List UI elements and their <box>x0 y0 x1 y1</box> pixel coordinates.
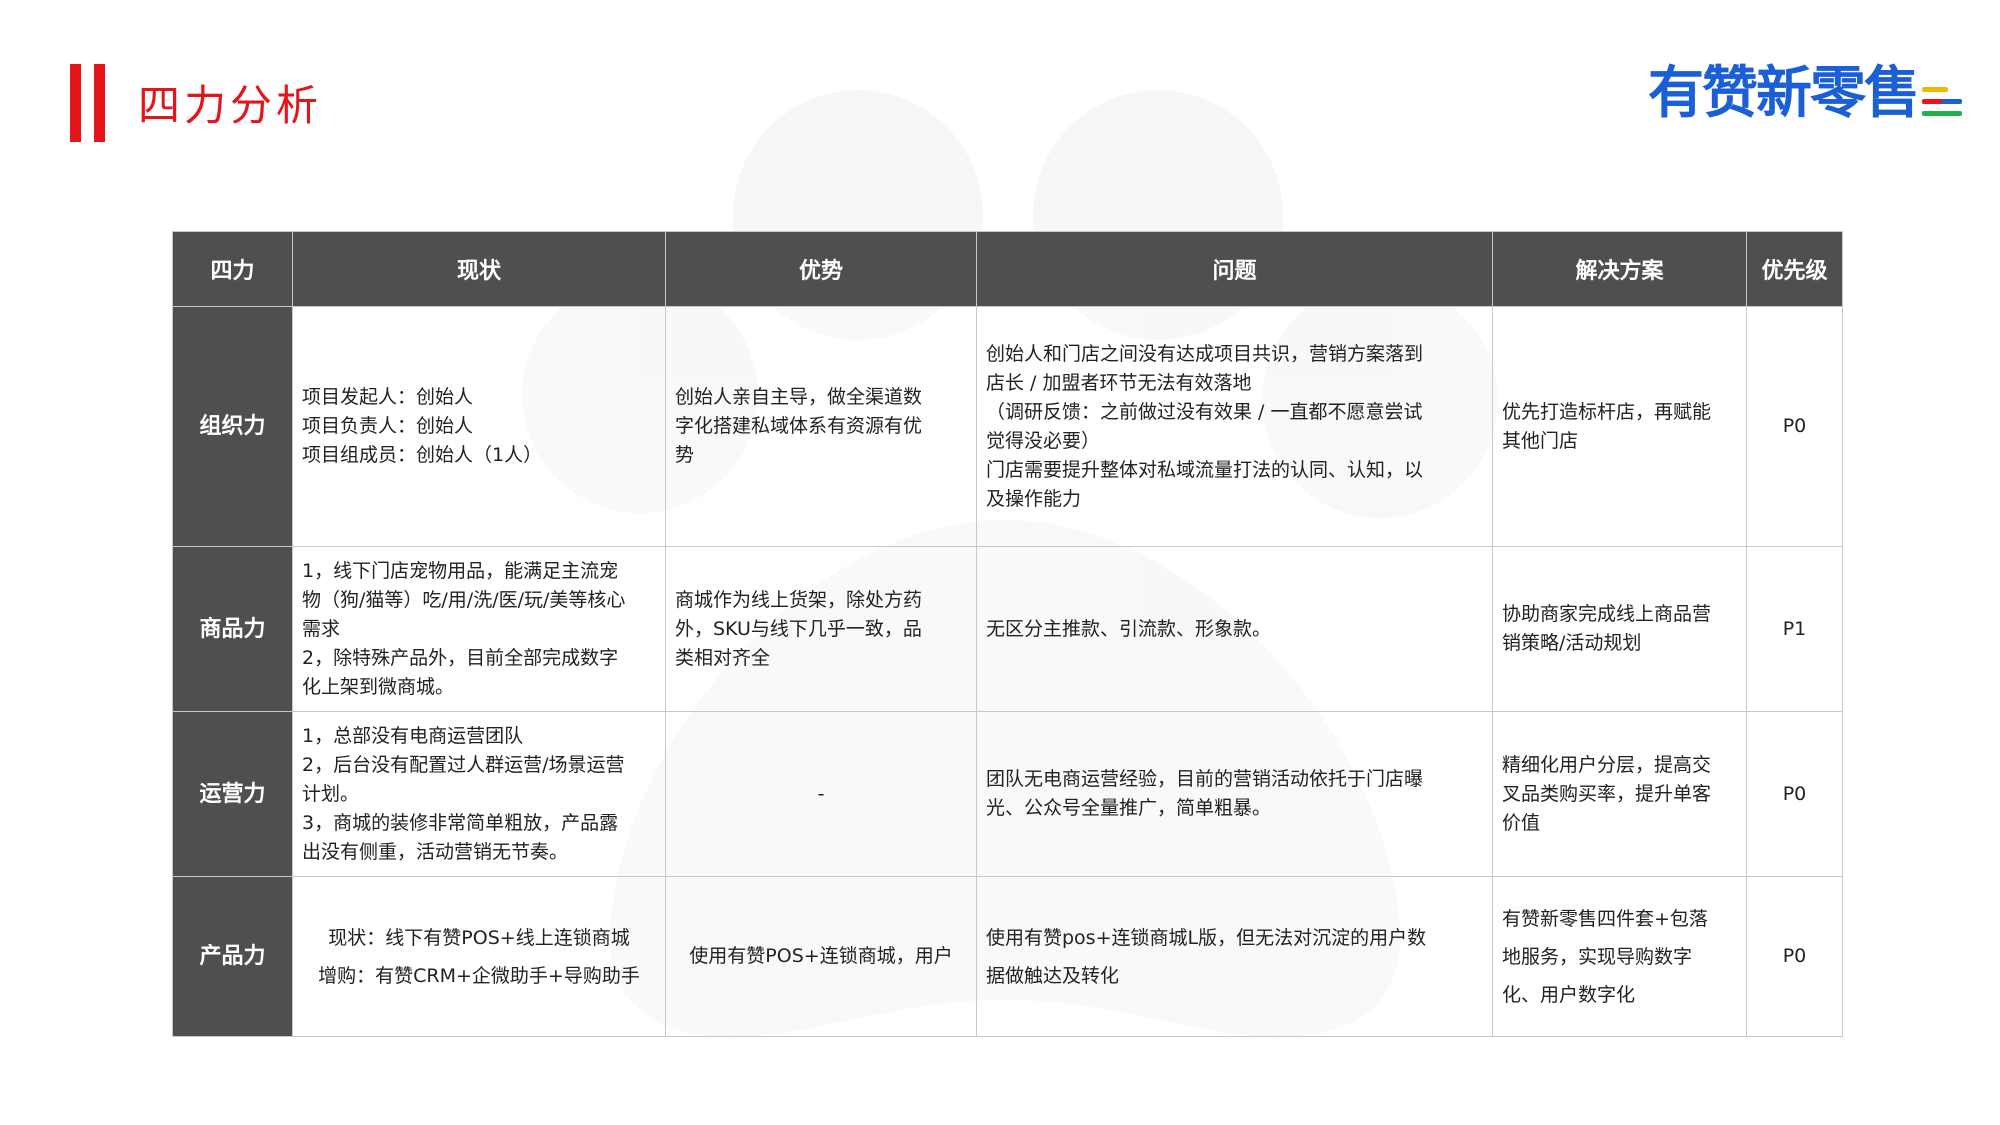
status-line: 项目负责人：创始人 <box>302 415 474 437</box>
page-title: 四力分析 <box>138 81 323 130</box>
problem-line: 门店需要提升整体对私域流量打法的认同、认知，以 <box>986 458 1424 481</box>
problem-cell: 使用有赞pos+连锁商城L版，但无法对沉淀的用户数 据做触达及转化 <box>976 876 1493 1037</box>
advantage-line: - <box>817 782 825 805</box>
advantage-cell: 创始人亲自主导，做全渠道数 字化搭建私域体系有资源有优 势 <box>665 306 977 547</box>
dimension-cell: 商品力 <box>172 546 293 712</box>
status-line: 项目发起人：创始人 <box>302 386 474 408</box>
solution-cell: 优先打造标杆店，再赋能 其他门店 <box>1492 306 1747 547</box>
header-dimension: 四力 <box>172 231 293 307</box>
solution-cell: 精细化用户分层，提高交 叉品类购买率，提升单客 价值 <box>1492 711 1747 877</box>
brand-color-lines <box>1922 87 1962 116</box>
solution-line: 叉品类购买率，提升单客 <box>1502 782 1712 805</box>
status-line: 增购：有赞CRM+企微助手+导购助手 <box>318 964 640 987</box>
solution-line: 其他门店 <box>1502 429 1579 452</box>
four-forces-table: 四力 现状 优势 问题 解决方案 优先级 组织力 项目发起人：创始人 项目负责人… <box>172 231 1843 1037</box>
advantage-cell: - <box>665 711 977 877</box>
problem-line: 店长 / 加盟者环节无法有效落地 <box>986 371 1252 394</box>
status-cell: 项目发起人：创始人 项目负责人：创始人 项目组成员：创始人（1人） <box>292 306 666 547</box>
problem-line: 团队无电商运营经验，目前的营销活动依托于门店曝 <box>986 768 1424 790</box>
status-line: 出没有侧重，活动营销无节奏。 <box>302 840 569 863</box>
table-header-row: 四力 现状 优势 问题 解决方案 优先级 <box>172 231 1843 307</box>
solution-line: 销策略/活动规划 <box>1502 632 1642 654</box>
priority-cell: P0 <box>1746 711 1843 877</box>
problem-cell: 创始人和门店之间没有达成项目共识，营销方案落到 店长 / 加盟者环节无法有效落地… <box>976 306 1493 547</box>
status-cell: 1，总部没有电商运营团队 2，后台没有配置过人群运营/场景运营 计划。 3，商城… <box>292 711 666 877</box>
status-line: 3，商城的装修非常简单粗放，产品露 <box>302 811 619 834</box>
status-line: 1，总部没有电商运营团队 <box>302 724 524 747</box>
dimension-cell: 组织力 <box>172 306 293 547</box>
status-line: 化上架到微商城。 <box>302 675 455 698</box>
status-cell: 现状：线下有赞POS+线上连锁商城 增购：有赞CRM+企微助手+导购助手 <box>292 876 666 1037</box>
priority-cell: P0 <box>1746 306 1843 547</box>
header-advantage: 优势 <box>665 231 977 307</box>
brand-line-mixed <box>1922 99 1962 104</box>
solution-line: 价值 <box>1502 811 1541 834</box>
header-solution: 解决方案 <box>1492 231 1747 307</box>
problem-line: （调研反馈：之前做过没有效果 / 一直都不愿意尝试 <box>986 400 1423 423</box>
problem-line: 使用有赞pos+连锁商城L版，但无法对沉淀的用户数 <box>986 926 1427 949</box>
status-line: 现状：线下有赞POS+线上连锁商城 <box>328 926 630 949</box>
advantage-cell: 商城作为线上货架，除处方药 外，SKU与线下几乎一致，品 类相对齐全 <box>665 546 977 712</box>
problem-line: 创始人和门店之间没有达成项目共识，营销方案落到 <box>986 342 1424 365</box>
priority-cell: P0 <box>1746 876 1843 1037</box>
status-line: 2，后台没有配置过人群运营/场景运营 <box>302 753 625 776</box>
problem-line: 及操作能力 <box>986 487 1082 510</box>
title-accent-bar-2 <box>94 64 105 142</box>
brand-logo-text: 有赞新零售 <box>1648 61 1920 126</box>
brand-line-green <box>1922 111 1962 116</box>
header-status: 现状 <box>292 231 666 307</box>
table-row: 商品力 1，线下门店宠物用品，能满足主流宠 物（狗/猫等）吃/用/洗/医/玩/美… <box>172 546 1843 712</box>
solution-line: 化、用户数字化 <box>1502 983 1636 1006</box>
header-problem: 问题 <box>976 231 1493 307</box>
status-line: 物（狗/猫等）吃/用/洗/医/玩/美等核心 <box>302 588 626 611</box>
advantage-line: 类相对齐全 <box>675 646 771 669</box>
title-accent-bar <box>70 64 81 142</box>
priority-cell: P1 <box>1746 546 1843 712</box>
solution-line: 地服务，实现导购数字 <box>1502 945 1693 968</box>
problem-cell: 团队无电商运营经验，目前的营销活动依托于门店曝 光、公众号全量推广，简单粗暴。 <box>976 711 1493 877</box>
advantage-line: 商城作为线上货架，除处方药 <box>675 588 923 611</box>
status-line: 项目组成员：创始人（1人） <box>302 444 543 466</box>
solution-cell: 协助商家完成线上商品营 销策略/活动规划 <box>1492 546 1747 712</box>
status-cell: 1，线下门店宠物用品，能满足主流宠 物（狗/猫等）吃/用/洗/医/玩/美等核心 … <box>292 546 666 712</box>
table-row: 运营力 1，总部没有电商运营团队 2，后台没有配置过人群运营/场景运营 计划。 … <box>172 711 1843 877</box>
advantage-line: 字化搭建私域体系有资源有优 <box>675 415 923 437</box>
solution-line: 有赞新零售四件套+包落 <box>1502 907 1708 930</box>
solution-cell: 有赞新零售四件套+包落 地服务，实现导购数字 化、用户数字化 <box>1492 876 1747 1037</box>
advantage-line: 创始人亲自主导，做全渠道数 <box>675 386 923 408</box>
brand-line-yellow <box>1922 87 1948 92</box>
solution-line: 协助商家完成线上商品营 <box>1502 603 1712 625</box>
problem-line: 据做触达及转化 <box>986 964 1120 987</box>
problem-line: 光、公众号全量推广，简单粗暴。 <box>986 797 1272 819</box>
advantage-line: 势 <box>675 444 695 466</box>
dimension-cell: 产品力 <box>172 876 293 1037</box>
status-line: 2，除特殊产品外，目前全部完成数字 <box>302 646 619 669</box>
table-row: 产品力 现状：线下有赞POS+线上连锁商城 增购：有赞CRM+企微助手+导购助手… <box>172 876 1843 1037</box>
advantage-line: 使用有赞POS+连锁商城，用户 <box>689 945 953 967</box>
problem-cell: 无区分主推款、引流款、形象款。 <box>976 546 1493 712</box>
solution-line: 优先打造标杆店，再赋能 <box>1502 400 1712 423</box>
status-line: 1，线下门店宠物用品，能满足主流宠 <box>302 559 619 582</box>
brand-logo: 有赞新零售 <box>1648 62 1962 126</box>
status-line: 需求 <box>302 617 341 640</box>
problem-line: 觉得没必要） <box>986 429 1101 452</box>
dimension-cell: 运营力 <box>172 711 293 877</box>
advantage-line: 外，SKU与线下几乎一致，品 <box>675 617 922 640</box>
advantage-cell: 使用有赞POS+连锁商城，用户 <box>665 876 977 1037</box>
table-row: 组织力 项目发起人：创始人 项目负责人：创始人 项目组成员：创始人（1人） 创始… <box>172 306 1843 547</box>
header-priority: 优先级 <box>1746 231 1843 307</box>
problem-line: 无区分主推款、引流款、形象款。 <box>986 617 1272 640</box>
solution-line: 精细化用户分层，提高交 <box>1502 753 1712 776</box>
status-line: 计划。 <box>302 782 360 805</box>
